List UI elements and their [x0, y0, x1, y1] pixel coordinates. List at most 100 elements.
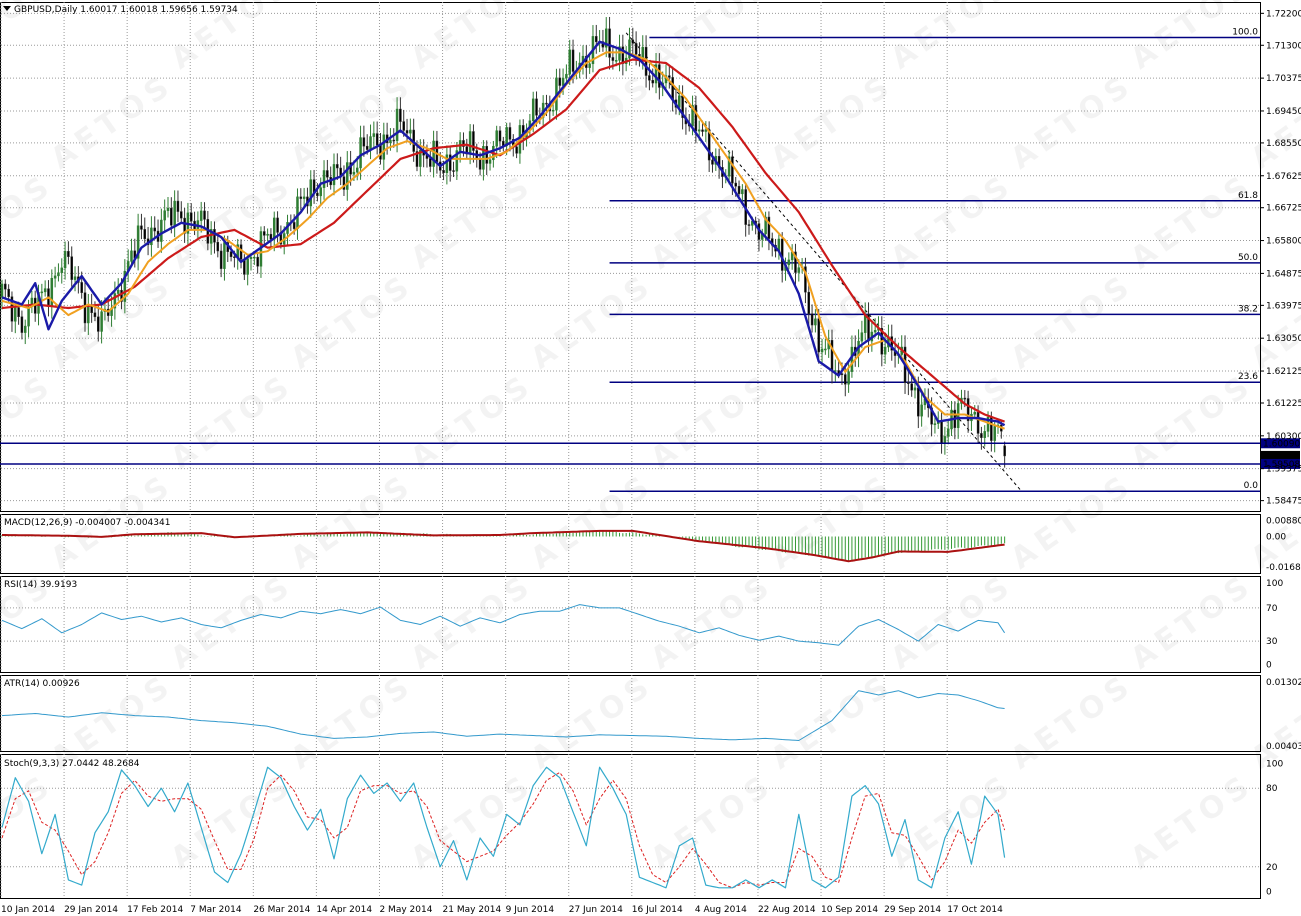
candle-body	[97, 316, 100, 332]
x-axis-tick-label: 27 Jun 2014	[569, 905, 623, 915]
candle-body	[860, 332, 864, 342]
candle-body	[269, 233, 273, 240]
candle-body	[365, 145, 369, 150]
watermark-text: AETOS	[165, 567, 301, 677]
candle-body	[163, 210, 166, 221]
watermark-text: AETOS	[405, 167, 541, 277]
candle-body	[40, 291, 44, 294]
y-axis-tick-label: 1.63050	[1266, 334, 1301, 344]
candle-body	[907, 382, 910, 384]
y-axis-tick-label: 1.64875	[1266, 269, 1301, 279]
candle-body	[568, 49, 571, 75]
candle-body	[272, 217, 276, 240]
candle-body	[658, 64, 661, 88]
watermark-text: AETOS	[165, 367, 301, 477]
fib-level-label: 100.0	[1232, 27, 1258, 37]
candle-body	[309, 179, 313, 207]
candle-body	[963, 397, 967, 400]
candle-body	[233, 256, 236, 259]
watermark-layer: AETOSAETOSAETOSAETOSAETOSAETOSAETOSAETOS…	[0, 0, 1301, 877]
y-axis-tick-label: 1.59375	[1266, 465, 1301, 475]
fib-level-label: 38.2	[1238, 304, 1258, 314]
candle-body	[116, 289, 120, 294]
candle-body	[515, 146, 518, 154]
candle-body	[840, 373, 844, 375]
watermark-text: AETOS	[1125, 367, 1261, 477]
candle-body	[189, 212, 193, 222]
candle-body	[820, 348, 824, 353]
candle-body	[20, 316, 24, 333]
watermark-text: AETOS	[0, 767, 60, 877]
y-axis-tick-label: 1.67625	[1266, 172, 1301, 182]
candle-body	[266, 233, 269, 236]
candle-body	[73, 276, 77, 280]
watermark-text: AETOS	[405, 567, 541, 677]
candle-body	[223, 242, 226, 269]
indicator-y-tick-label: 0	[1266, 660, 1272, 670]
candle-body	[571, 49, 575, 72]
candle-body	[93, 312, 97, 318]
watermark-text: AETOS	[165, 767, 301, 877]
candle-body	[43, 288, 47, 293]
candle-body	[946, 428, 950, 437]
candle-body	[249, 257, 253, 259]
candle-body	[767, 216, 771, 239]
candle-body	[63, 251, 67, 269]
candle-body	[920, 404, 923, 417]
indicator-y-tick-label: -0.01682	[1266, 563, 1301, 573]
candle-body	[468, 131, 472, 155]
x-axis-tick-label: 17 Oct 2014	[947, 905, 1003, 915]
watermark-text: AETOS	[885, 167, 1021, 277]
candle-body	[166, 207, 170, 211]
candle-body	[80, 282, 83, 293]
x-axis-tick-label: 21 May 2014	[443, 905, 502, 915]
fib-level-label: 23.6	[1238, 372, 1258, 382]
candle-body	[933, 423, 937, 425]
stoch-panel[interactable]	[0, 754, 1261, 899]
candle-body	[917, 387, 920, 417]
candle-body	[980, 433, 983, 438]
candle-body	[442, 170, 445, 174]
candle-body	[219, 250, 223, 269]
candle-body	[787, 259, 791, 266]
watermark-text: AETOS	[0, 167, 60, 277]
candle-body	[23, 325, 27, 333]
y-axis-tick-label: 1.71300	[1266, 41, 1301, 51]
indicator-y-tick-label: 100	[1266, 579, 1283, 589]
watermark-text: AETOS	[525, 267, 661, 377]
watermark-text: AETOS	[0, 367, 60, 477]
watermark-text: AETOS	[1245, 267, 1301, 377]
candle-body	[326, 170, 329, 178]
watermark-text: AETOS	[885, 0, 1021, 77]
candle-body	[595, 36, 598, 43]
x-axis-tick-label: 26 Mar 2014	[253, 905, 310, 915]
candle-body	[409, 129, 412, 134]
candle-body	[495, 130, 498, 147]
indicator-y-tick-label: 100	[1266, 759, 1283, 769]
candle-body	[140, 225, 143, 230]
candle-body	[316, 192, 319, 197]
watermark-text: AETOS	[645, 567, 781, 677]
fib-level-label: 50.0	[1238, 253, 1258, 263]
candle-body	[913, 387, 917, 391]
candle-body	[395, 108, 399, 142]
candle-body	[263, 231, 266, 236]
candle-body	[508, 127, 512, 140]
candle-body	[498, 130, 502, 142]
candle-body	[243, 259, 246, 275]
candle-body	[292, 222, 296, 229]
candle-body	[239, 244, 243, 260]
watermark-text: AETOS	[765, 467, 901, 577]
x-axis-tick-label: 16 Jul 2014	[632, 905, 683, 915]
candle-body	[973, 411, 977, 415]
candle-body	[173, 200, 176, 226]
watermark-text: AETOS	[405, 0, 541, 77]
y-axis-tick-label: 1.69450	[1266, 107, 1301, 117]
watermark-text: AETOS	[1125, 0, 1261, 77]
candle-body	[399, 108, 402, 122]
x-axis-tick-label: 14 Apr 2014	[316, 905, 372, 915]
candle-body	[392, 139, 396, 142]
watermark-text: AETOS	[1125, 767, 1261, 877]
candle-body	[488, 159, 492, 164]
candle-body	[375, 133, 379, 146]
